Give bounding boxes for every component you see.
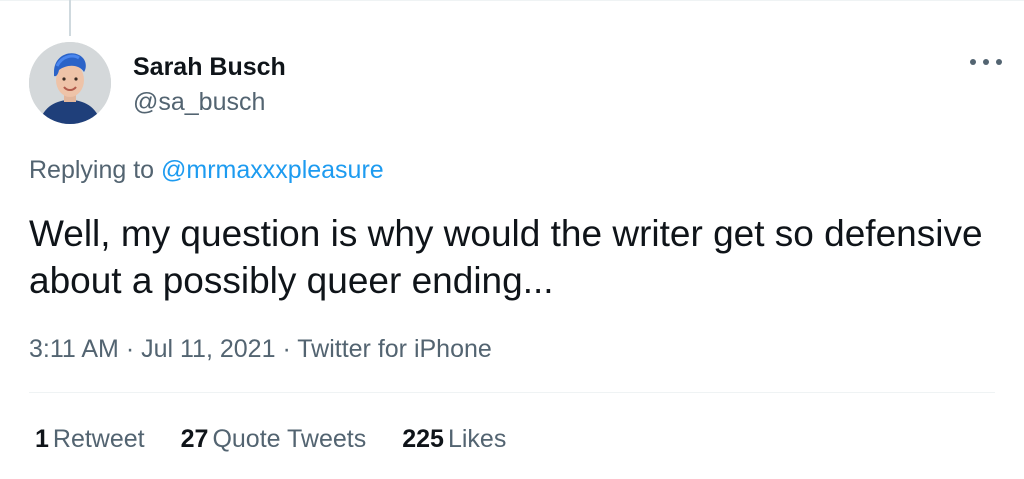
quote-tweets-label: Quote Tweets [212, 425, 367, 453]
quote-tweets-stat[interactable]: 27 Quote Tweets [181, 423, 367, 455]
quote-tweets-count: 27 [180, 425, 209, 453]
more-dots-icon[interactable] [970, 50, 1002, 74]
likes-stat[interactable]: 225 Likes [402, 423, 506, 455]
top-border [0, 0, 1024, 1]
likes-count: 225 [402, 425, 444, 453]
avatar[interactable] [29, 42, 111, 124]
dot [970, 59, 976, 65]
retweets-stat[interactable]: 1 Retweet [35, 423, 145, 455]
divider [29, 392, 995, 393]
avatar-image [29, 42, 111, 124]
meta-separator: · [282, 335, 298, 363]
reply-mention-link[interactable]: @mrmaxxxpleasure [161, 156, 384, 184]
dot [983, 59, 989, 65]
author-name[interactable]: Sarah Busch [133, 52, 286, 82]
tweet-date-link[interactable]: Jul 11, 2021 [141, 335, 275, 363]
retweets-count: 1 [35, 425, 49, 453]
tweet-time-link[interactable]: 3:11 AM [29, 335, 119, 363]
tweet-source-link[interactable]: Twitter for iPhone [297, 335, 492, 363]
likes-label: Likes [447, 425, 507, 453]
replying-prefix: Replying to [29, 156, 162, 184]
tweet-meta: 3:11 AM · Jul 11, 2021 · Twitter for iPh… [29, 333, 492, 365]
meta-separator: · [125, 335, 142, 363]
dot [996, 59, 1002, 65]
retweets-label: Retweet [52, 425, 145, 453]
author-handle[interactable]: @sa_busch [133, 87, 265, 117]
tweet-stats: 1 Retweet 27 Quote Tweets 225 Likes [35, 423, 506, 455]
replying-to: Replying to @mrmaxxxpleasure [29, 154, 384, 186]
tweet-text: Well, my question is why would the write… [29, 213, 983, 301]
thread-connector-line [69, 0, 71, 36]
